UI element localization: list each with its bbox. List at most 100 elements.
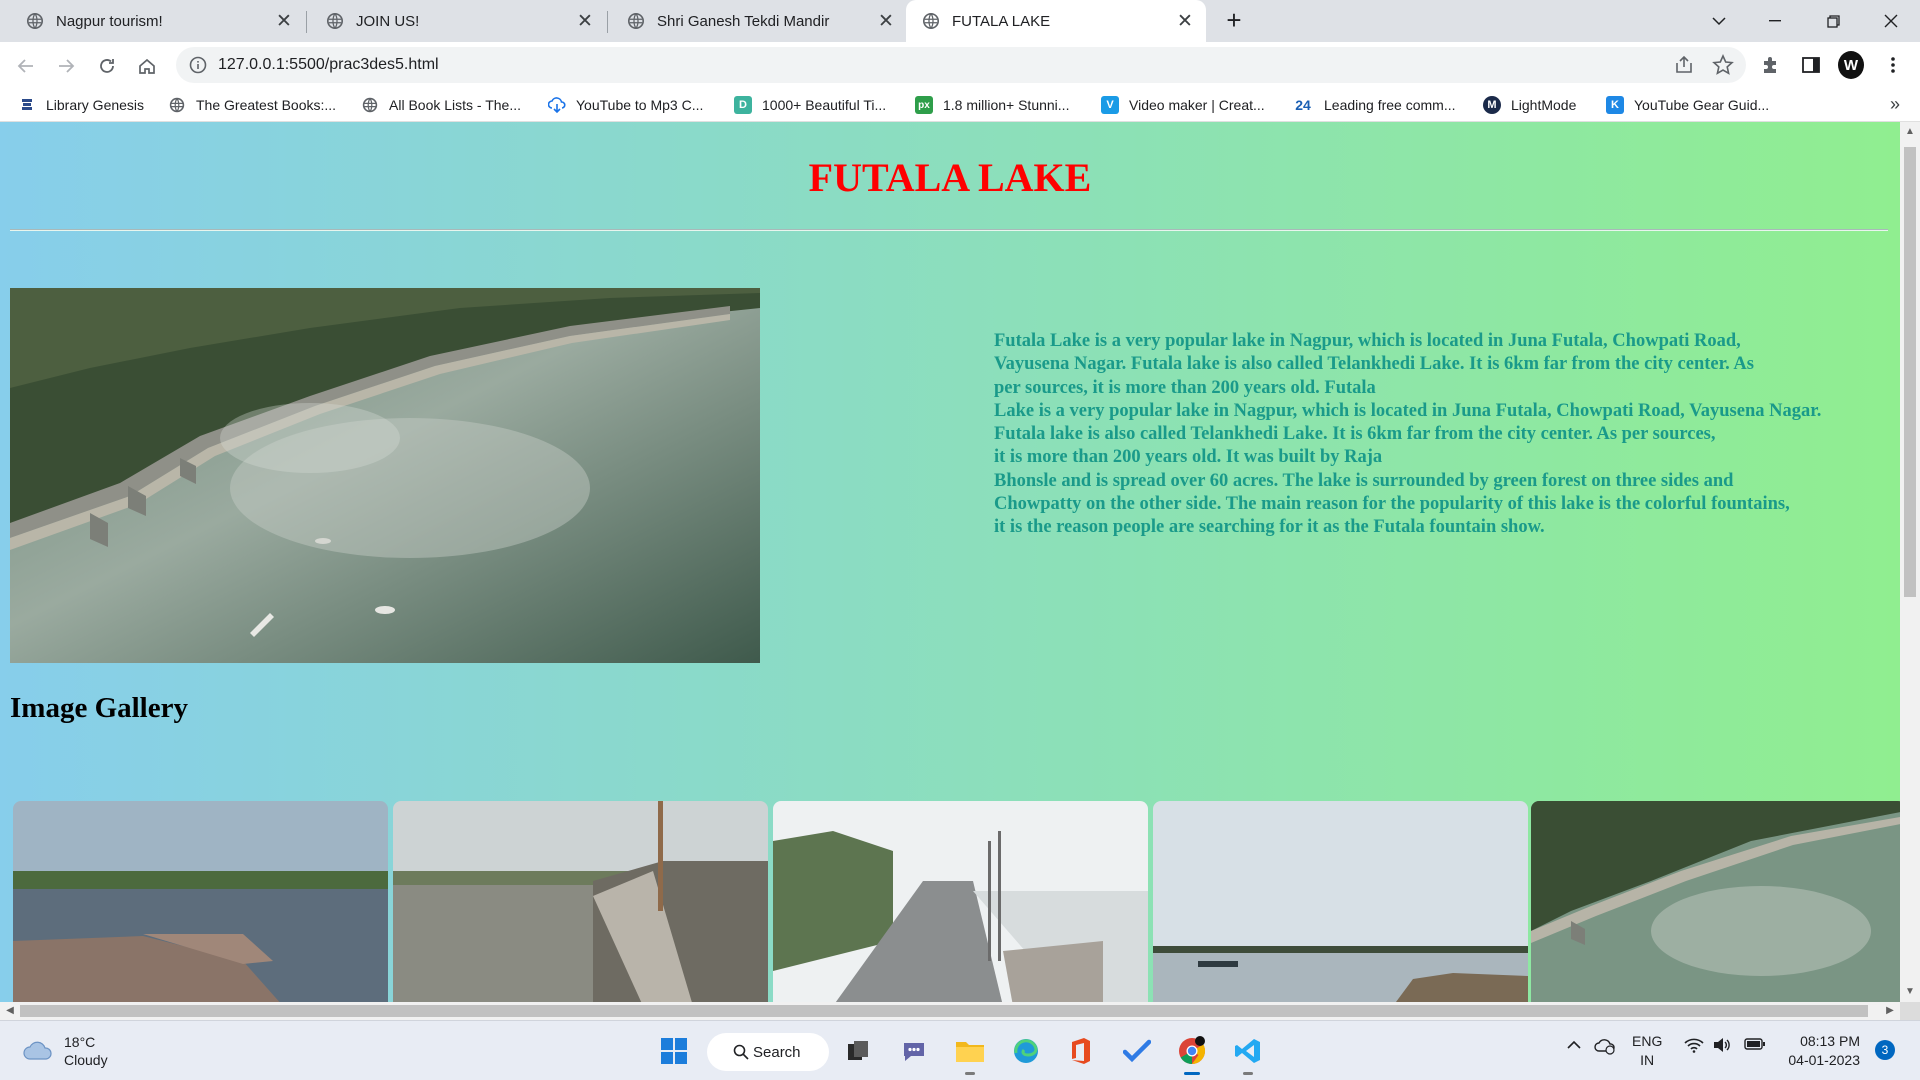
divider [10, 229, 1888, 231]
close-icon[interactable]: ✕ [574, 10, 596, 32]
tab-search-chevron-icon[interactable] [1690, 0, 1748, 42]
close-window-button[interactable] [1862, 0, 1920, 42]
close-icon[interactable]: ✕ [273, 10, 295, 32]
bookmark-lightmode[interactable]: M LightMode [1483, 94, 1576, 116]
bookmark-library-genesis[interactable]: Library Genesis [18, 94, 144, 116]
close-icon[interactable]: ✕ [875, 10, 897, 32]
scroll-down-icon[interactable]: ▼ [1904, 986, 1916, 998]
description-line: it is the reason people are searching fo… [994, 517, 1545, 538]
chrome-icon[interactable] [1176, 1035, 1208, 1075]
home-button[interactable] [131, 50, 163, 82]
file-explorer-icon[interactable] [954, 1035, 986, 1075]
back-button[interactable] [10, 50, 42, 82]
bookmark-youtube-mp3[interactable]: YouTube to Mp3 C... [548, 94, 703, 116]
description-line: Futala lake is also called Telankhedi La… [994, 424, 1716, 445]
todo-icon[interactable] [1121, 1035, 1153, 1067]
bookmark-stunning-photos[interactable]: px 1.8 million+ Stunni... [915, 94, 1069, 116]
browser-menu-icon[interactable] [1880, 52, 1906, 78]
bookmark-label: 1.8 million+ Stunni... [943, 97, 1070, 113]
px-logo-icon: px [915, 96, 933, 114]
scroll-left-icon[interactable]: ◀ [4, 1005, 16, 1017]
wifi-icon[interactable] [1684, 1037, 1704, 1056]
bookmark-label: The Greatest Books:... [196, 97, 337, 113]
taskbar-search[interactable]: Search [707, 1033, 829, 1071]
weather-widget[interactable]: 18°C Cloudy [22, 1033, 108, 1069]
description-line: Bhonsle and is spread over 60 acres. The… [994, 470, 1734, 491]
clock-time: 08:13 PM [1800, 1033, 1860, 1049]
close-icon[interactable]: ✕ [1174, 10, 1196, 32]
globe-icon [627, 12, 645, 30]
battery-icon[interactable] [1744, 1037, 1766, 1054]
bookmarks-overflow-icon[interactable]: » [1890, 94, 1900, 115]
new-tab-button[interactable]: + [1219, 6, 1249, 36]
edge-browser-icon[interactable] [1010, 1035, 1042, 1067]
bookmark-leading-free[interactable]: 24 Leading free comm... [1292, 94, 1455, 116]
browser-toolbar: 127.0.0.1:5500/prac3des5.html W [0, 42, 1920, 88]
library-genesis-icon [18, 96, 36, 114]
description-line: Futala Lake is a very popular lake in Na… [994, 331, 1741, 351]
vertical-scrollbar[interactable]: ▲ ▼ [1900, 122, 1920, 1002]
task-view-icon[interactable] [842, 1035, 874, 1067]
reload-button[interactable] [91, 50, 123, 82]
weather-desc: Cloudy [64, 1052, 108, 1068]
scroll-up-icon[interactable]: ▲ [1904, 126, 1916, 138]
scroll-right-icon[interactable]: ▶ [1884, 1005, 1896, 1017]
scrollbar-thumb[interactable] [1904, 147, 1916, 597]
office-icon[interactable] [1065, 1035, 1097, 1067]
tab-ganesh-tekdi[interactable]: Shri Ganesh Tekdi Mandir ✕ [607, 0, 907, 42]
site-info-icon[interactable] [188, 55, 208, 75]
gallery-image-5[interactable] [1531, 801, 1900, 1002]
description-line: per sources, it is more than 200 years o… [994, 377, 1376, 398]
extensions-puzzle-icon[interactable] [1758, 52, 1784, 78]
avatar: W [1838, 51, 1864, 79]
tab-nagpur-tourism[interactable]: Nagpur tourism! ✕ [0, 0, 305, 42]
cloud-icon [23, 1041, 52, 1060]
bookmark-video-maker[interactable]: V Video maker | Creat... [1101, 94, 1265, 116]
bookmark-label: 1000+ Beautiful Ti... [762, 97, 887, 113]
lake-description: Futala Lake is a very popular lake in Na… [994, 330, 1894, 540]
profile-avatar[interactable]: W [1838, 51, 1864, 79]
k-logo-icon: K [1606, 96, 1624, 114]
system-clock[interactable]: 08:13 PM 04-01-2023 [1784, 1032, 1860, 1070]
gallery-image-2[interactable] [393, 801, 768, 1002]
forward-button[interactable] [50, 50, 82, 82]
bookmarks-bar: Library Genesis The Greatest Books:... A… [0, 88, 1920, 122]
start-button[interactable] [658, 1035, 690, 1067]
horizontal-scrollbar[interactable]: ◀ ▶ [0, 1002, 1900, 1020]
bookmark-label: YouTube to Mp3 C... [576, 97, 704, 113]
bookmark-label: Library Genesis [46, 97, 145, 113]
bookmark-label: All Book Lists - The... [389, 97, 522, 113]
teams-chat-icon[interactable] [898, 1035, 930, 1067]
language-indicator[interactable]: ENG IN [1632, 1032, 1662, 1070]
gallery-image-3[interactable] [773, 801, 1148, 1002]
side-panel-icon[interactable] [1798, 52, 1824, 78]
globe-icon [922, 12, 940, 30]
bookmark-all-book-lists[interactable]: All Book Lists - The... [361, 94, 521, 116]
url-text[interactable]: 127.0.0.1:5500/prac3des5.html [218, 56, 439, 74]
lang-line-2: IN [1640, 1052, 1655, 1068]
vscode-icon[interactable] [1232, 1035, 1264, 1075]
share-icon[interactable] [1674, 55, 1694, 75]
volume-icon[interactable] [1712, 1037, 1732, 1056]
globe-icon [26, 12, 44, 30]
notification-badge[interactable]: 3 [1875, 1040, 1895, 1060]
bookmark-star-icon[interactable] [1712, 54, 1734, 76]
24-logo-icon: 24 [1295, 97, 1311, 113]
bookmark-youtube-gear[interactable]: K YouTube Gear Guid... [1606, 94, 1769, 116]
description-line: Vayusena Nagar. Futala lake is also call… [994, 354, 1754, 375]
minimize-button[interactable] [1746, 0, 1804, 42]
bookmark-beautiful-ti[interactable]: D 1000+ Beautiful Ti... [734, 94, 886, 116]
scrollbar-thumb[interactable] [20, 1005, 1868, 1017]
search-icon [733, 1044, 749, 1060]
gallery-heading: Image Gallery [10, 692, 188, 724]
gallery-image-4[interactable] [1153, 801, 1528, 1002]
gallery-image-1[interactable] [13, 801, 388, 1002]
address-bar[interactable]: 127.0.0.1:5500/prac3des5.html [176, 47, 1746, 83]
d-logo-icon: D [734, 96, 752, 114]
bookmark-greatest-books[interactable]: The Greatest Books:... [168, 94, 336, 116]
restore-button[interactable] [1804, 0, 1862, 42]
tab-join-us[interactable]: JOIN US! ✕ [306, 0, 606, 42]
tray-overflow-chevron-icon[interactable] [1566, 1037, 1582, 1056]
onedrive-sync-icon[interactable] [1594, 1037, 1616, 1058]
tab-futala-lake[interactable]: FUTALA LAKE ✕ [906, 0, 1206, 42]
